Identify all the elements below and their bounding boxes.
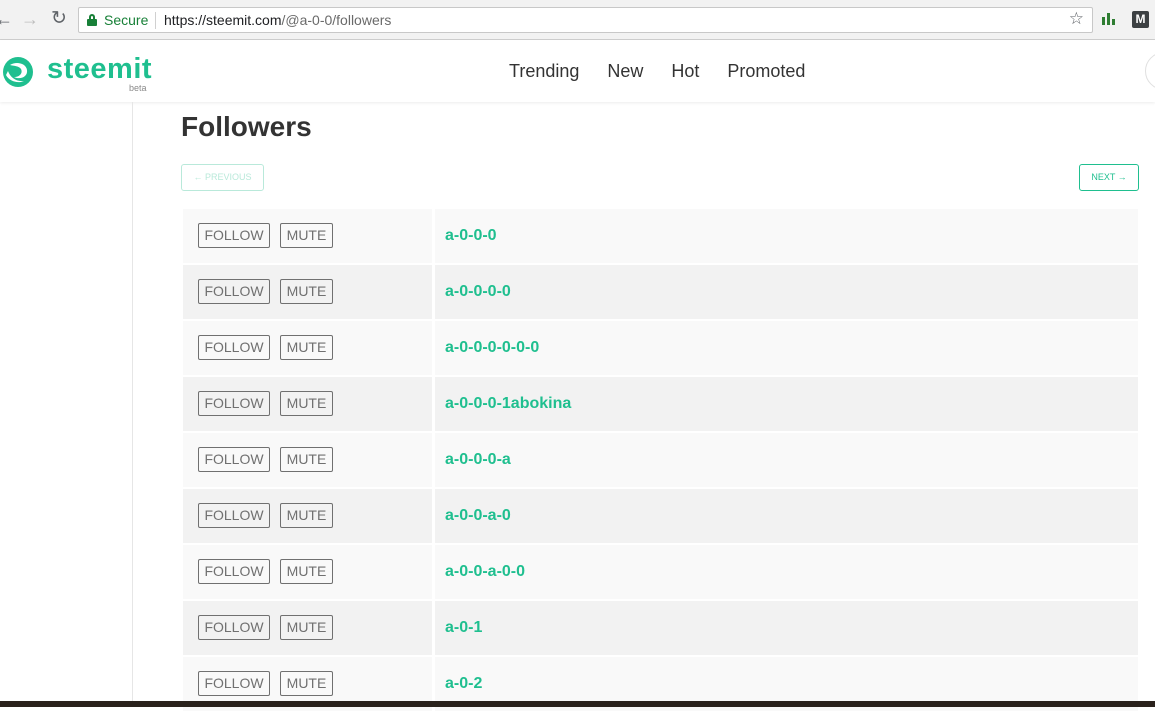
- steemit-logo-icon: [3, 57, 33, 87]
- follower-username-link[interactable]: a-0-0-0-0-0-0: [445, 339, 539, 357]
- follow-button[interactable]: FOLLOW: [198, 223, 270, 248]
- logo-beta-badge: beta: [129, 83, 147, 93]
- mute-button[interactable]: MUTE: [280, 335, 333, 360]
- site-header: steemit beta Trending New Hot Promoted: [0, 40, 1155, 102]
- table-row: FOLLOW MUTE a-0-0-a-0: [183, 489, 1138, 545]
- follower-username-link[interactable]: a-0-0-a-0-0: [445, 563, 525, 581]
- row-user-cell: a-0-0-0-0-0-0: [435, 321, 1138, 375]
- follower-username-link[interactable]: a-0-1: [445, 619, 482, 637]
- previous-button[interactable]: ← PREVIOUS: [181, 164, 264, 191]
- address-bar[interactable]: Secure https://steemit.com/@a-0-0/follow…: [78, 7, 1093, 33]
- follow-button[interactable]: FOLLOW: [198, 503, 270, 528]
- table-row: FOLLOW MUTE a-0-0-a-0-0: [183, 545, 1138, 601]
- row-user-cell: a-0-0-0-a: [435, 433, 1138, 487]
- row-actions-cell: FOLLOW MUTE: [183, 601, 432, 655]
- extension-chart-icon[interactable]: [1101, 11, 1117, 27]
- row-actions-cell: FOLLOW MUTE: [183, 265, 432, 319]
- main-nav: Trending New Hot Promoted: [509, 61, 805, 82]
- row-actions-cell: FOLLOW MUTE: [183, 545, 432, 599]
- back-arrow-icon[interactable]: ←: [0, 9, 14, 29]
- table-row: FOLLOW MUTE a-0-0-0-0: [183, 265, 1138, 321]
- mute-button[interactable]: MUTE: [280, 447, 333, 472]
- row-user-cell: a-0-0-0: [435, 209, 1138, 263]
- browser-toolbar: ← → ↻ Secure https://steemit.com/@a-0-0/…: [0, 0, 1155, 40]
- nav-trending[interactable]: Trending: [509, 61, 579, 82]
- next-button[interactable]: NEXT →: [1079, 164, 1139, 191]
- row-actions-cell: FOLLOW MUTE: [183, 433, 432, 487]
- forward-arrow-icon[interactable]: →: [20, 9, 40, 29]
- follower-username-link[interactable]: a-0-0-a-0: [445, 507, 511, 525]
- followers-table: FOLLOW MUTE a-0-0-0 FOLLOW MUTE a-0-0-0-0 FOLL…: [183, 209, 1138, 713]
- row-user-cell: a-0-0-0-1abokina: [435, 377, 1138, 431]
- follow-button[interactable]: FOLLOW: [198, 335, 270, 360]
- row-actions-cell: FOLLOW MUTE: [183, 209, 432, 263]
- mute-button[interactable]: MUTE: [280, 391, 333, 416]
- url-host: https://steemit.com: [164, 12, 282, 28]
- url-path: /@a-0-0/followers: [281, 12, 392, 28]
- follower-username-link[interactable]: a-0-2: [445, 675, 482, 693]
- row-user-cell: a-0-0-0-0: [435, 265, 1138, 319]
- nav-promoted[interactable]: Promoted: [727, 61, 805, 82]
- taskbar-edge: [0, 701, 1155, 707]
- logo-wordmark: steemit: [47, 53, 153, 85]
- follow-button[interactable]: FOLLOW: [198, 391, 270, 416]
- table-row: FOLLOW MUTE a-0-0-0-a: [183, 433, 1138, 489]
- follower-username-link[interactable]: a-0-0-0-1abokina: [445, 395, 571, 413]
- follower-username-link[interactable]: a-0-0-0: [445, 227, 497, 245]
- follow-button[interactable]: FOLLOW: [198, 447, 270, 472]
- address-divider: [155, 12, 156, 29]
- reload-icon[interactable]: ↻: [49, 9, 69, 29]
- mute-button[interactable]: MUTE: [280, 671, 333, 696]
- nav-hot[interactable]: Hot: [671, 61, 699, 82]
- secure-label: Secure: [104, 12, 149, 28]
- table-row: FOLLOW MUTE a-0-0-0-1abokina: [183, 377, 1138, 433]
- row-actions-cell: FOLLOW MUTE: [183, 489, 432, 543]
- url-text[interactable]: https://steemit.com/@a-0-0/followers: [164, 12, 391, 28]
- mute-button[interactable]: MUTE: [280, 615, 333, 640]
- nav-new[interactable]: New: [607, 61, 643, 82]
- table-row: FOLLOW MUTE a-0-0-0: [183, 209, 1138, 265]
- steemit-logo[interactable]: steemit beta: [0, 53, 153, 93]
- follow-button[interactable]: FOLLOW: [198, 279, 270, 304]
- follow-button[interactable]: FOLLOW: [198, 615, 270, 640]
- table-row: FOLLOW MUTE a-0-0-0-0-0-0: [183, 321, 1138, 377]
- row-user-cell: a-0-0-a-0: [435, 489, 1138, 543]
- extension-m-icon[interactable]: M: [1132, 11, 1149, 28]
- follow-button[interactable]: FOLLOW: [198, 559, 270, 584]
- follower-username-link[interactable]: a-0-0-0-a: [445, 451, 511, 469]
- bookmark-star-icon[interactable]: ☆: [1069, 9, 1084, 29]
- row-actions-cell: FOLLOW MUTE: [183, 321, 432, 375]
- follower-username-link[interactable]: a-0-0-0-0: [445, 283, 511, 301]
- row-user-cell: a-0-0-a-0-0: [435, 545, 1138, 599]
- mute-button[interactable]: MUTE: [280, 279, 333, 304]
- row-actions-cell: FOLLOW MUTE: [183, 377, 432, 431]
- mute-button[interactable]: MUTE: [280, 503, 333, 528]
- lock-icon: [87, 14, 97, 26]
- user-menu-button[interactable]: [1145, 52, 1155, 90]
- row-user-cell: a-0-1: [435, 601, 1138, 655]
- page-title: Followers: [181, 111, 312, 142]
- mute-button[interactable]: MUTE: [280, 559, 333, 584]
- table-row: FOLLOW MUTE a-0-1: [183, 601, 1138, 657]
- sidebar-divider: [132, 102, 133, 702]
- follow-button[interactable]: FOLLOW: [198, 671, 270, 696]
- mute-button[interactable]: MUTE: [280, 223, 333, 248]
